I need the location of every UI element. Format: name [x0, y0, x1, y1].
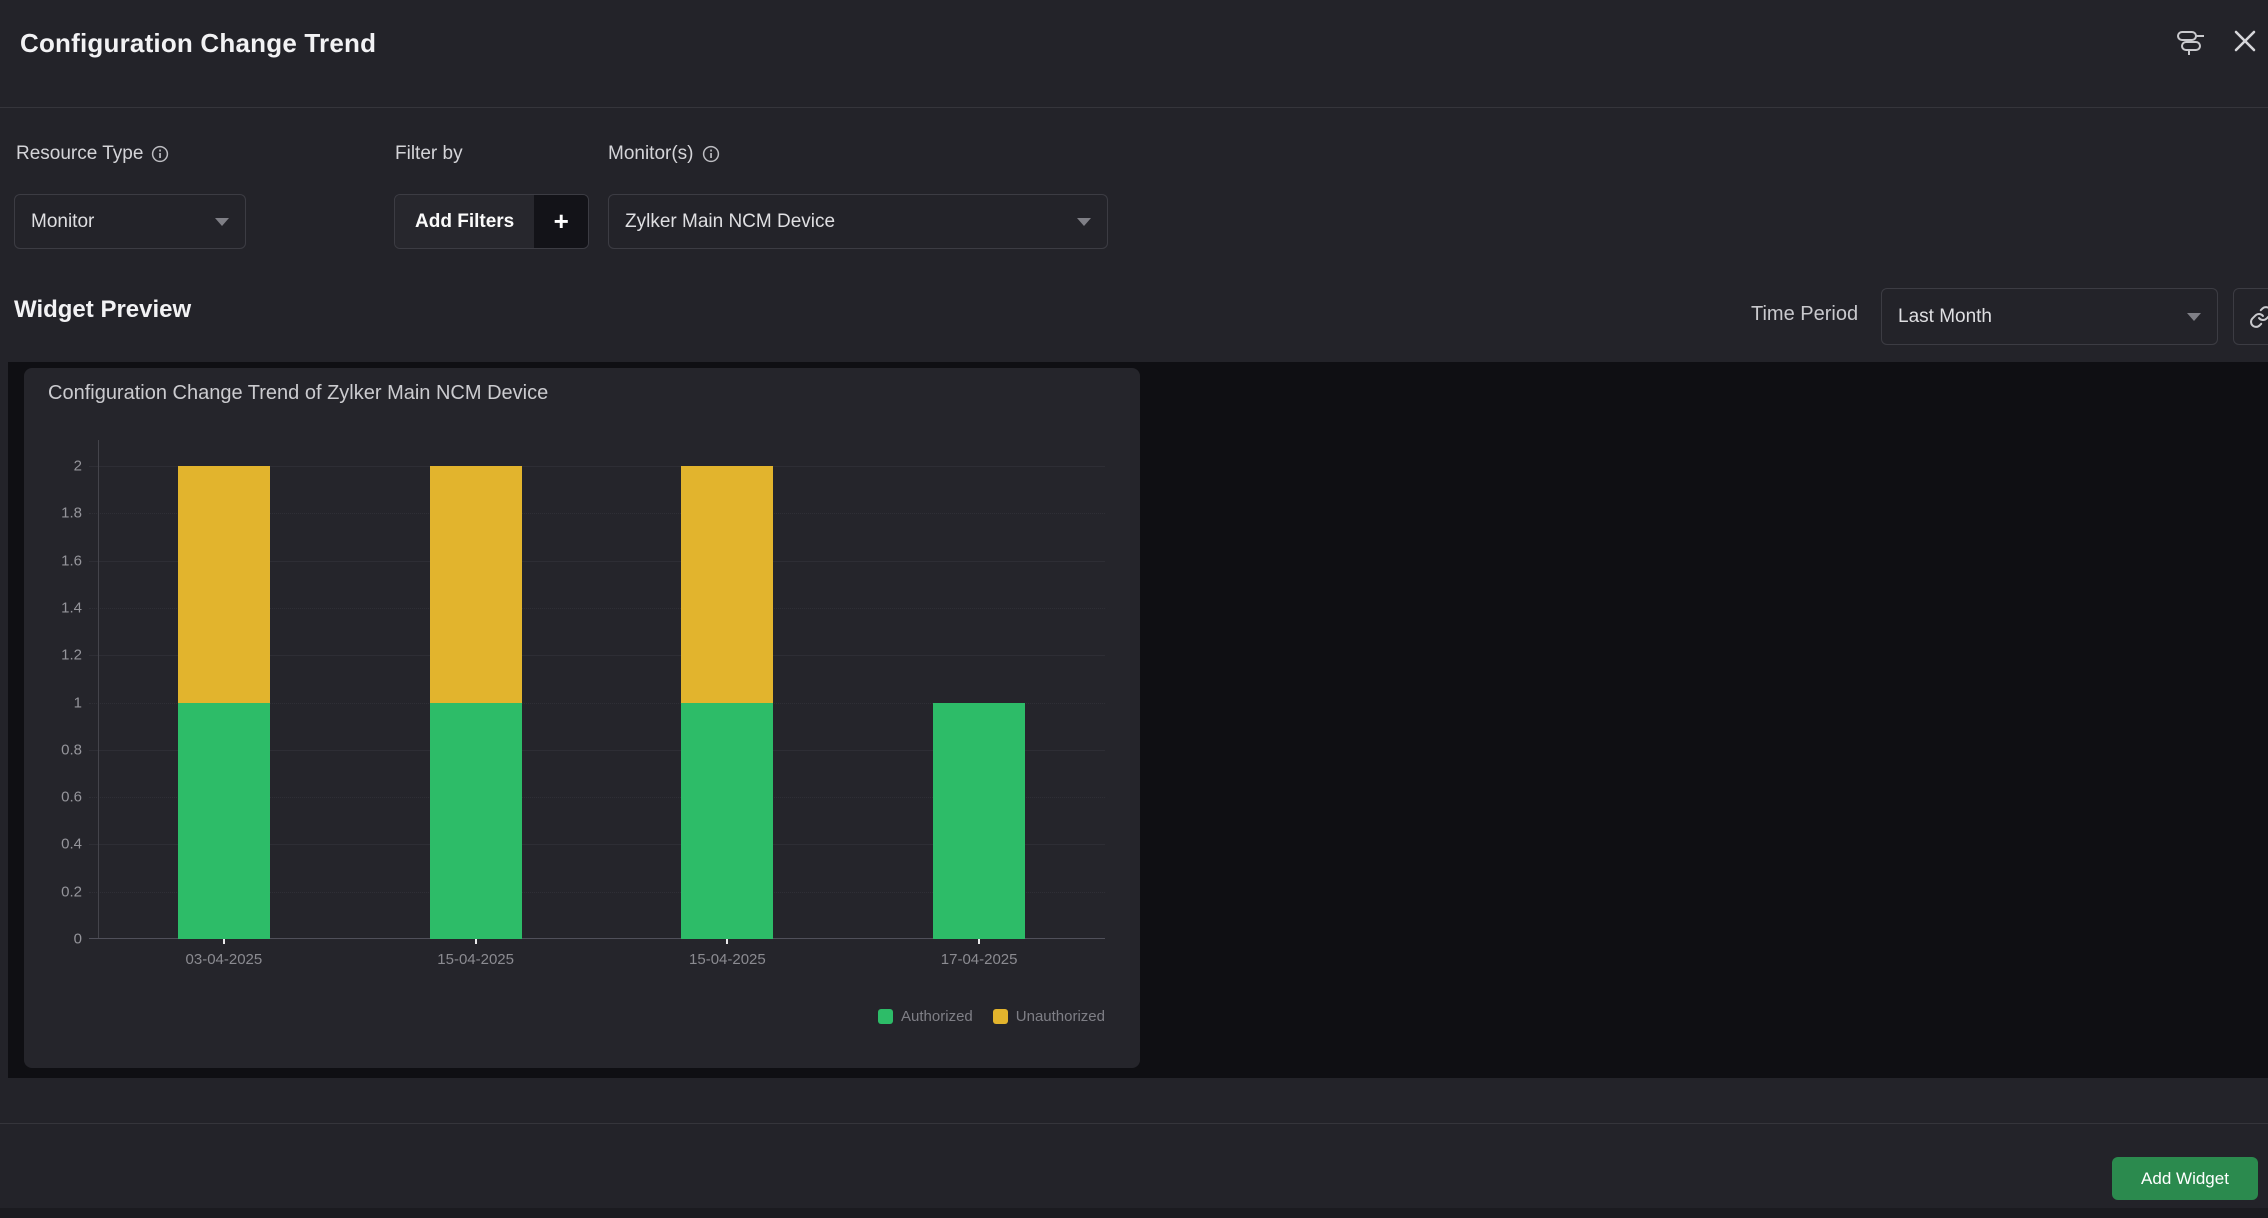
footer-divider: [0, 1123, 2268, 1124]
legend-swatch: [878, 1009, 893, 1024]
bar-segment-authorized[interactable]: [933, 703, 1025, 940]
y-axis-tick-label: 1.6: [61, 552, 82, 569]
monitors-label: Monitor(s): [608, 143, 720, 165]
add-filters-label: Add Filters: [395, 195, 534, 248]
x-axis-label: 15-04-2025: [689, 951, 766, 968]
x-axis-tick: [978, 939, 980, 944]
y-axis-tick-label: 2: [74, 458, 82, 475]
x-axis-tick: [475, 939, 477, 944]
resource-type-label: Resource Type: [16, 143, 169, 165]
add-filters-button[interactable]: Add Filters +: [394, 194, 589, 249]
page-title: Configuration Change Trend: [20, 28, 376, 59]
copy-link-button[interactable]: [2233, 288, 2268, 345]
x-axis-label: 15-04-2025: [437, 951, 514, 968]
y-axis-tick-label: 0.6: [61, 789, 82, 806]
widget-layout-button[interactable]: [2174, 24, 2208, 58]
y-axis-tick-label: 1.8: [61, 505, 82, 522]
x-axis-tick: [223, 939, 225, 944]
resource-type-select[interactable]: Monitor: [14, 194, 246, 249]
info-icon[interactable]: [151, 145, 169, 163]
y-axis-tick-label: 0.4: [61, 836, 82, 853]
y-axis-tick-label: 1: [74, 694, 82, 711]
y-axis-tick-label: 1.2: [61, 647, 82, 664]
bar-segment-unauthorized[interactable]: [681, 466, 773, 703]
time-period-label: Time Period: [1751, 303, 1858, 326]
y-axis-tick-label: 0.8: [61, 741, 82, 758]
bar-segment-unauthorized[interactable]: [178, 466, 270, 703]
widget-preview-area: Configuration Change Trend of Zylker Mai…: [8, 362, 2268, 1078]
x-axis-tick: [726, 939, 728, 944]
chevron-down-icon: [2187, 313, 2201, 321]
chevron-down-icon: [215, 218, 229, 226]
legend-item-authorized[interactable]: Authorized: [878, 1008, 973, 1025]
close-button[interactable]: [2228, 24, 2262, 58]
chart-widget-panel: Configuration Change Trend of Zylker Mai…: [24, 368, 1140, 1068]
legend-swatch: [993, 1009, 1008, 1024]
chart-plot-area: 00.20.40.60.811.21.41.61.8203-04-202515-…: [98, 466, 1105, 939]
chart-title: Configuration Change Trend of Zylker Mai…: [48, 382, 548, 405]
info-icon[interactable]: [702, 145, 720, 163]
x-axis-label: 03-04-2025: [186, 951, 263, 968]
close-icon: [2232, 28, 2258, 54]
bar-segment-unauthorized[interactable]: [430, 466, 522, 703]
legend-label: Unauthorized: [1016, 1008, 1105, 1025]
add-widget-button[interactable]: Add Widget: [2112, 1157, 2258, 1200]
signpost-layout-icon: [2176, 26, 2206, 56]
filter-by-label: Filter by: [395, 143, 463, 165]
legend-label: Authorized: [901, 1008, 973, 1025]
y-axis-tick-label: 0.2: [61, 883, 82, 900]
bar-segment-authorized[interactable]: [178, 703, 270, 940]
y-axis-line: [98, 440, 99, 939]
x-axis-label: 17-04-2025: [941, 951, 1018, 968]
bottom-edge-strip: [0, 1208, 2268, 1218]
legend-item-unauthorized[interactable]: Unauthorized: [993, 1008, 1105, 1025]
y-axis-tick-label: 0: [74, 931, 82, 948]
bar-segment-authorized[interactable]: [681, 703, 773, 940]
monitors-select[interactable]: Zylker Main NCM Device: [608, 194, 1108, 249]
chart-legend: Authorized Unauthorized: [878, 1008, 1105, 1025]
y-axis-tick-label: 1.4: [61, 599, 82, 616]
time-period-select[interactable]: Last Month: [1881, 288, 2218, 345]
bar-segment-authorized[interactable]: [430, 703, 522, 940]
link-icon: [2249, 305, 2268, 329]
chevron-down-icon: [1077, 218, 1091, 226]
plus-icon[interactable]: +: [534, 195, 588, 248]
header-divider: [0, 107, 2268, 108]
widget-preview-title: Widget Preview: [14, 296, 191, 324]
